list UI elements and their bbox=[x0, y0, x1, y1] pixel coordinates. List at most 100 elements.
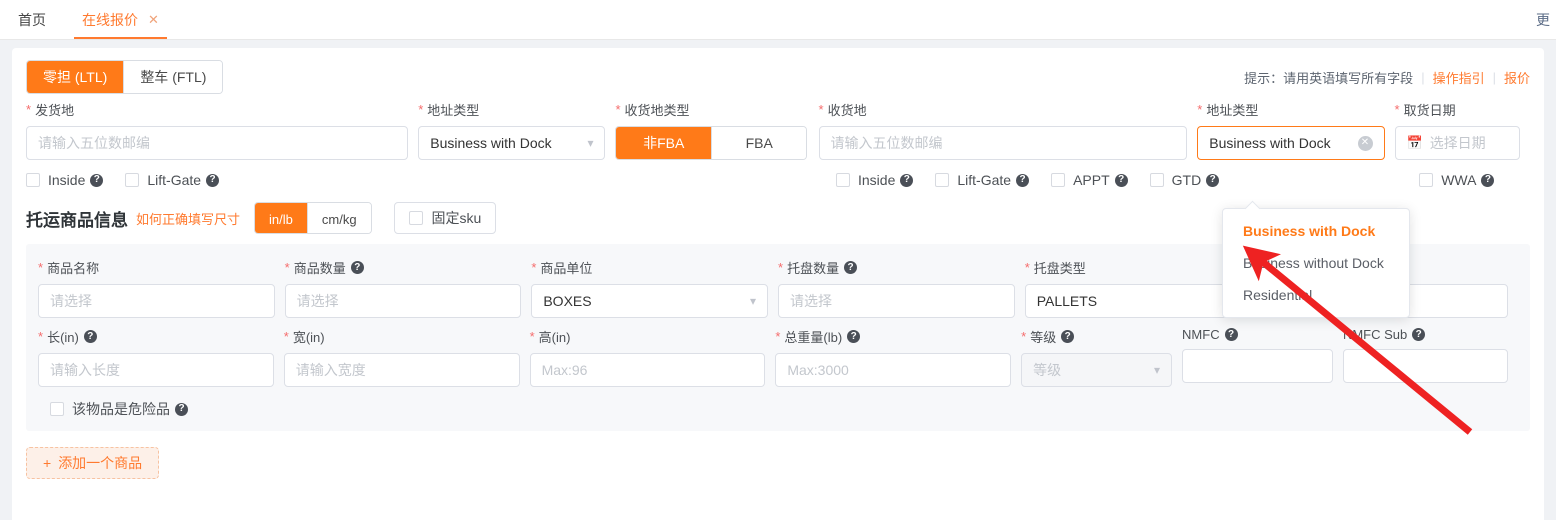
label-destination: * 收货地 bbox=[819, 100, 1188, 119]
help-icon[interactable]: ? bbox=[1412, 328, 1425, 341]
length-input[interactable]: 请输入长度 bbox=[38, 353, 274, 387]
fixed-sku-toggle[interactable]: 固定sku bbox=[394, 202, 497, 234]
help-icon[interactable]: ? bbox=[847, 330, 860, 343]
checkbox-box[interactable] bbox=[125, 173, 139, 187]
destination-zip-input[interactable]: 请输入五位数邮编 bbox=[819, 126, 1188, 160]
help-icon[interactable]: ? bbox=[175, 403, 188, 416]
dropdown-option-residential[interactable]: Residential bbox=[1223, 279, 1409, 311]
plus-icon: + bbox=[43, 455, 51, 471]
dest-type-fba-button[interactable]: FBA bbox=[711, 127, 807, 159]
help-icon[interactable]: ? bbox=[900, 174, 913, 187]
pickup-date-picker[interactable]: 📅 选择日期 bbox=[1395, 126, 1520, 160]
required-mark: * bbox=[1025, 261, 1030, 274]
freight-class-select[interactable]: 等级 ▾ bbox=[1021, 353, 1172, 387]
dest-type-toggle[interactable]: 非FBA FBA bbox=[615, 126, 807, 160]
label-total-weight: * 总重量(lb) ? bbox=[775, 327, 1011, 346]
checkbox-box[interactable] bbox=[1150, 173, 1164, 187]
dropdown-option-business-with-dock[interactable]: Business with Dock bbox=[1223, 215, 1409, 247]
label-freight-class: * 等级 ? bbox=[1021, 327, 1172, 346]
origin-address-type-select[interactable]: Business with Dock ▾ bbox=[418, 126, 605, 160]
tab-home-label: 首页 bbox=[18, 10, 46, 30]
dest-services: Inside ? Lift-Gate ? APPT ? GTD ? bbox=[836, 172, 1516, 188]
nmfc-input[interactable] bbox=[1182, 349, 1333, 383]
pallet-qty-select[interactable]: 请选择 bbox=[778, 284, 1015, 318]
help-icon[interactable]: ? bbox=[90, 174, 103, 187]
unit-toggle[interactable]: in/lb cm/kg bbox=[254, 202, 372, 234]
checkbox-origin-liftgate[interactable]: Lift-Gate ? bbox=[125, 172, 219, 188]
checkbox-dest-appt[interactable]: APPT ? bbox=[1051, 172, 1128, 188]
mode-ftl-button[interactable]: 整车 (FTL) bbox=[123, 61, 222, 93]
shipment-mode-toggle[interactable]: 零担 (LTL) 整车 (FTL) bbox=[26, 60, 223, 94]
unit-cmkg-button[interactable]: cm/kg bbox=[307, 203, 371, 234]
checkbox-dest-wwa-label: WWA bbox=[1441, 172, 1476, 188]
height-input[interactable]: Max:96 bbox=[530, 353, 766, 387]
unit-inlb-button[interactable]: in/lb bbox=[255, 203, 307, 234]
clear-circle-icon[interactable]: ✕ bbox=[1358, 136, 1373, 151]
origin-zip-input[interactable]: 请输入五位数邮编 bbox=[26, 126, 408, 160]
calendar-icon: 📅 bbox=[1407, 135, 1423, 151]
help-icon[interactable]: ? bbox=[351, 261, 364, 274]
label-product-unit-text: 商品单位 bbox=[540, 258, 592, 277]
operation-guide-link[interactable]: 操作指引 bbox=[1433, 68, 1485, 87]
product-unit-select[interactable]: BOXES ▾ bbox=[531, 284, 768, 318]
required-mark: * bbox=[778, 261, 783, 274]
tabbar-overflow: 更 bbox=[1536, 0, 1556, 39]
help-icon[interactable]: ? bbox=[844, 261, 857, 274]
checkbox-hazmat-label: 该物品是危险品 bbox=[72, 399, 170, 419]
checkbox-dest-gtd[interactable]: GTD ? bbox=[1150, 172, 1220, 188]
required-mark: * bbox=[38, 261, 43, 274]
dest-type-nonfba-button[interactable]: 非FBA bbox=[616, 127, 711, 159]
checkbox-hazmat[interactable]: 该物品是危险品 ? bbox=[50, 399, 188, 419]
checkbox-dest-inside[interactable]: Inside ? bbox=[836, 172, 913, 188]
dest-address-type-select[interactable]: Business with Dock ✕ bbox=[1197, 126, 1384, 160]
help-icon[interactable]: ? bbox=[84, 330, 97, 343]
browser-tab-bar: 首页 在线报价 ✕ 更 bbox=[0, 0, 1556, 40]
checkbox-origin-liftgate-label: Lift-Gate bbox=[147, 172, 201, 188]
checkbox-dest-wwa[interactable]: WWA ? bbox=[1419, 172, 1494, 188]
address-type-dropdown[interactable]: Business with Dock Business without Dock… bbox=[1222, 208, 1410, 318]
product-name-select[interactable]: 请选择 bbox=[38, 284, 275, 318]
product-qty-select[interactable]: 请选择 bbox=[285, 284, 522, 318]
dropdown-option-business-without-dock[interactable]: Business without Dock bbox=[1223, 247, 1409, 279]
total-weight-input[interactable]: Max:3000 bbox=[775, 353, 1011, 387]
page-body: 零担 (LTL) 整车 (FTL) 提示：请用英语填写所有字段 | 操作指引 |… bbox=[0, 40, 1556, 520]
label-origin: * 发货地 bbox=[26, 100, 408, 119]
label-pickup-date-text: 取货日期 bbox=[1404, 100, 1456, 119]
help-icon[interactable]: ? bbox=[1115, 174, 1128, 187]
label-pallet-qty: * 托盘数量 ? bbox=[778, 258, 1015, 277]
checkbox-box[interactable] bbox=[1419, 173, 1433, 187]
checkbox-box[interactable] bbox=[1051, 173, 1065, 187]
required-mark: * bbox=[615, 103, 620, 116]
label-length: * 长(in) ? bbox=[38, 327, 274, 346]
mode-ltl-button[interactable]: 零担 (LTL) bbox=[27, 61, 123, 93]
checkbox-box[interactable] bbox=[50, 402, 64, 416]
field-freight-class: * 等级 ? 等级 ▾ bbox=[1021, 327, 1182, 387]
tab-home[interactable]: 首页 bbox=[0, 0, 64, 39]
checkbox-dest-liftgate[interactable]: Lift-Gate ? bbox=[935, 172, 1029, 188]
field-height: * 高(in) Max:96 bbox=[530, 327, 776, 387]
checkbox-dest-appt-label: APPT bbox=[1073, 172, 1110, 188]
help-icon[interactable]: ? bbox=[206, 174, 219, 187]
nmfc-sub-input[interactable] bbox=[1343, 349, 1508, 383]
help-icon[interactable]: ? bbox=[1206, 174, 1219, 187]
label-product-qty-text: 商品数量 bbox=[294, 258, 346, 277]
fixed-sku-label: 固定sku bbox=[432, 208, 482, 228]
close-icon[interactable]: ✕ bbox=[148, 13, 159, 26]
freight-class-placeholder: 等级 bbox=[1033, 360, 1061, 380]
dimension-help-link[interactable]: 如何正确填写尺寸 bbox=[136, 209, 240, 228]
help-icon[interactable]: ? bbox=[1481, 174, 1494, 187]
checkbox-box[interactable] bbox=[26, 173, 40, 187]
checkbox-box[interactable] bbox=[409, 211, 423, 225]
required-mark: * bbox=[531, 261, 536, 274]
checkbox-box[interactable] bbox=[836, 173, 850, 187]
checkbox-box[interactable] bbox=[935, 173, 949, 187]
add-item-button[interactable]: + 添加一个商品 bbox=[26, 447, 159, 479]
help-icon[interactable]: ? bbox=[1225, 328, 1238, 341]
help-icon[interactable]: ? bbox=[1061, 330, 1074, 343]
checkbox-origin-inside[interactable]: Inside ? bbox=[26, 172, 103, 188]
tab-online-quote[interactable]: 在线报价 ✕ bbox=[64, 0, 177, 39]
quote-link[interactable]: 报价 bbox=[1504, 68, 1530, 87]
mode-row: 零担 (LTL) 整车 (FTL) 提示：请用英语填写所有字段 | 操作指引 |… bbox=[12, 48, 1544, 100]
help-icon[interactable]: ? bbox=[1016, 174, 1029, 187]
width-input[interactable]: 请输入宽度 bbox=[284, 353, 520, 387]
